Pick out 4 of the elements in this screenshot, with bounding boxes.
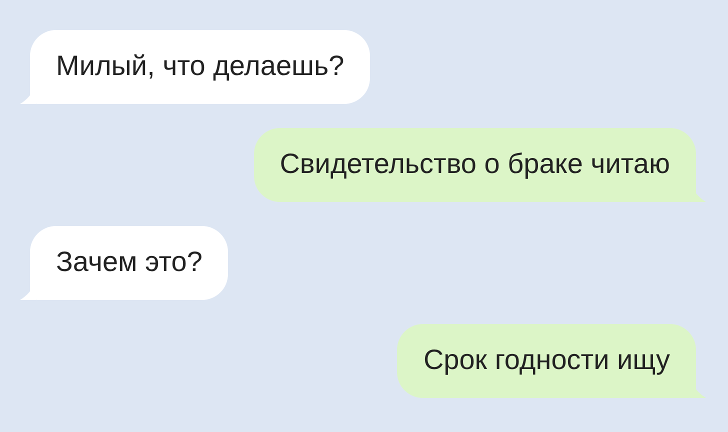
message-bubble: Зачем это? (30, 226, 228, 300)
message-bubble: Свидетельство о браке читаю (254, 128, 696, 202)
message-bubble: Срок годности ищу (397, 324, 696, 398)
message-bubble: Милый, что делаешь? (30, 30, 370, 104)
